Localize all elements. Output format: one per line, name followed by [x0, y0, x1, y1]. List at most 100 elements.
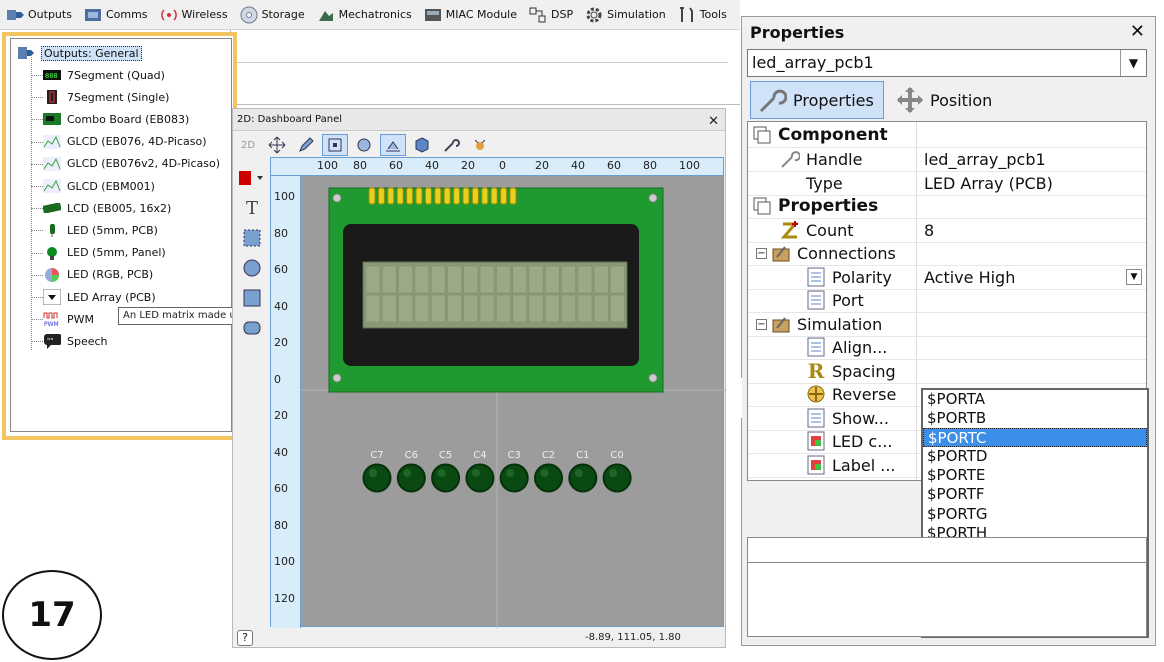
- toolbar-storage[interactable]: Storage: [240, 6, 305, 24]
- lcd-char-cell: [398, 265, 413, 294]
- spacing-icon: R: [807, 359, 825, 384]
- gear-icon: [585, 6, 603, 24]
- toolbar-tools[interactable]: Tools: [678, 6, 727, 24]
- move-icon[interactable]: [264, 134, 290, 156]
- property-count[interactable]: Count 8: [748, 219, 1146, 243]
- tree-item[interactable]: GLCD (EBM001): [43, 176, 155, 196]
- dashboard-toolbar: 2D: [233, 132, 725, 158]
- circle-tool-icon[interactable]: [239, 255, 265, 281]
- port-option[interactable]: $PORTG: [923, 505, 1147, 524]
- section-properties[interactable]: Properties: [748, 195, 1146, 219]
- tree-item[interactable]: 7Segment (Single): [43, 87, 169, 107]
- toolbar-dsp[interactable]: DSP: [529, 6, 573, 24]
- tree-item-label: GLCD (EBM001): [67, 179, 155, 193]
- ruler-left-tick: 60: [274, 263, 288, 276]
- ruler-left-tick: 0: [274, 373, 281, 386]
- tree-item-label: GLCD (EB076v2, 4D-Picaso): [67, 157, 221, 171]
- section-simulation[interactable]: − Simulation: [748, 313, 1146, 337]
- property-type-value: LED Array (PCB): [924, 174, 1053, 193]
- port-option[interactable]: $PORTE: [923, 466, 1147, 485]
- region-tool-icon[interactable]: [239, 225, 265, 251]
- toolbar-wireless[interactable]: Wireless: [160, 6, 228, 24]
- ruler-top-tick: 20: [535, 159, 549, 172]
- text-tool-icon[interactable]: T: [239, 195, 265, 221]
- editor-divider: [232, 62, 728, 63]
- chevron-down-icon[interactable]: ▼: [1120, 50, 1146, 76]
- led-label: C7: [370, 450, 383, 461]
- seven-segment-quad-icon: 888: [43, 67, 61, 83]
- tree-item-label: PWM: [67, 312, 95, 326]
- dashboard-canvas[interactable]: 100 80 60 40 20 0 20 40 60 80 100 100 80 60 40 20 0 20 40…: [270, 157, 725, 628]
- tree-item[interactable]: LED (5mm, PCB): [43, 220, 158, 240]
- tree-item[interactable]: PWM PWM: [43, 309, 94, 329]
- lcd-char-cell: [512, 294, 527, 323]
- tree-item[interactable]: GLCD (EB076v2, 4D-Picaso): [43, 154, 220, 174]
- mounting-hole: [332, 193, 342, 203]
- property-spacing[interactable]: R Spacing: [748, 359, 1146, 384]
- ruler-top-tick: 80: [643, 159, 657, 172]
- close-icon[interactable]: ✕: [1130, 21, 1145, 42]
- polarity-dropdown-button[interactable]: ▼: [1126, 269, 1142, 285]
- tree-item[interactable]: LCD (EB005, 16x2): [43, 198, 171, 218]
- port-option[interactable]: $PORTD: [923, 447, 1147, 466]
- section-properties-label: Properties: [778, 196, 879, 217]
- camera-icon[interactable]: [380, 134, 406, 156]
- tree-root[interactable]: Outputs: General: [17, 43, 142, 63]
- property-port[interactable]: Port: [748, 289, 1146, 313]
- tab-position[interactable]: Position: [890, 81, 1020, 119]
- collapse-icon[interactable]: −: [756, 247, 767, 259]
- tree-item[interactable]: Combo Board (EB083): [43, 109, 189, 129]
- port-option[interactable]: $PORTB: [923, 409, 1147, 428]
- tree-item[interactable]: "" Speech: [43, 331, 108, 351]
- property-polarity[interactable]: Polarity Active High ▼: [748, 266, 1146, 290]
- toolbar-outputs[interactable]: Outputs: [6, 6, 72, 24]
- editor-background: [230, 30, 740, 105]
- section-connections[interactable]: − Connections: [748, 242, 1146, 266]
- port-option[interactable]: $PORTA: [923, 390, 1147, 409]
- cube-icon[interactable]: [409, 134, 435, 156]
- tree-item[interactable]: GLCD (EB076, 4D-Picaso): [43, 132, 207, 152]
- lcd-pin: [387, 187, 395, 205]
- ruler-top-tick: 40: [571, 159, 585, 172]
- tree-guide: [31, 75, 43, 76]
- property-handle-name: Handle: [806, 149, 863, 169]
- toolbar-simulation[interactable]: Simulation: [585, 6, 666, 24]
- lcd-pin: [462, 187, 470, 205]
- component-tree: Outputs: General 888 7Segment (Quad) 7Segm…: [10, 38, 232, 432]
- list-icon: [806, 267, 826, 287]
- led: [534, 463, 563, 493]
- rotate-icon[interactable]: [351, 134, 377, 156]
- tree-item[interactable]: LED (5mm, Panel): [43, 243, 166, 263]
- toolbar-miac-module[interactable]: MIAC Module: [424, 6, 517, 24]
- led-pcb-icon: [43, 222, 61, 238]
- select-icon[interactable]: [322, 134, 348, 156]
- rounded-rect-tool-icon[interactable]: [239, 315, 265, 341]
- collapse-icon[interactable]: −: [756, 318, 767, 330]
- dashboard-close-icon[interactable]: ✕: [708, 111, 719, 133]
- port-option[interactable]: $PORTF: [923, 485, 1147, 504]
- toolbar-comms[interactable]: Comms: [84, 6, 148, 24]
- toolbar-mechatronics[interactable]: Mechatronics: [317, 6, 412, 24]
- debug-icon[interactable]: [467, 134, 493, 156]
- wrench-icon[interactable]: [438, 134, 464, 156]
- property-handle[interactable]: Handle led_array_pcb1: [748, 148, 1146, 172]
- property-align[interactable]: Align...: [748, 336, 1146, 360]
- section-component[interactable]: Component: [748, 124, 1146, 148]
- port-option[interactable]: $PORTC: [923, 428, 1147, 448]
- property-type[interactable]: Type LED Array (PCB): [748, 172, 1146, 196]
- help-icon[interactable]: ?: [237, 630, 253, 646]
- component-selector[interactable]: led_array_pcb1 ▼: [747, 49, 1147, 77]
- led-highlight: [506, 469, 515, 477]
- tree-item[interactable]: LED (RGB, PCB): [43, 265, 153, 285]
- view-2d-button[interactable]: 2D: [235, 134, 261, 156]
- tree-item[interactable]: LED Array (PCB): [43, 287, 156, 307]
- color-swatch[interactable]: [239, 165, 265, 191]
- tab-properties[interactable]: Properties: [750, 81, 884, 119]
- tree-item-label: LED (RGB, PCB): [67, 268, 154, 282]
- description-divider: [748, 562, 1146, 563]
- pencil-icon[interactable]: [293, 134, 319, 156]
- rectangle-tool-icon[interactable]: [239, 285, 265, 311]
- lcd-char-cell: [430, 294, 446, 323]
- property-label-name: Label ...: [832, 455, 896, 475]
- tree-item[interactable]: 888 7Segment (Quad): [43, 65, 165, 85]
